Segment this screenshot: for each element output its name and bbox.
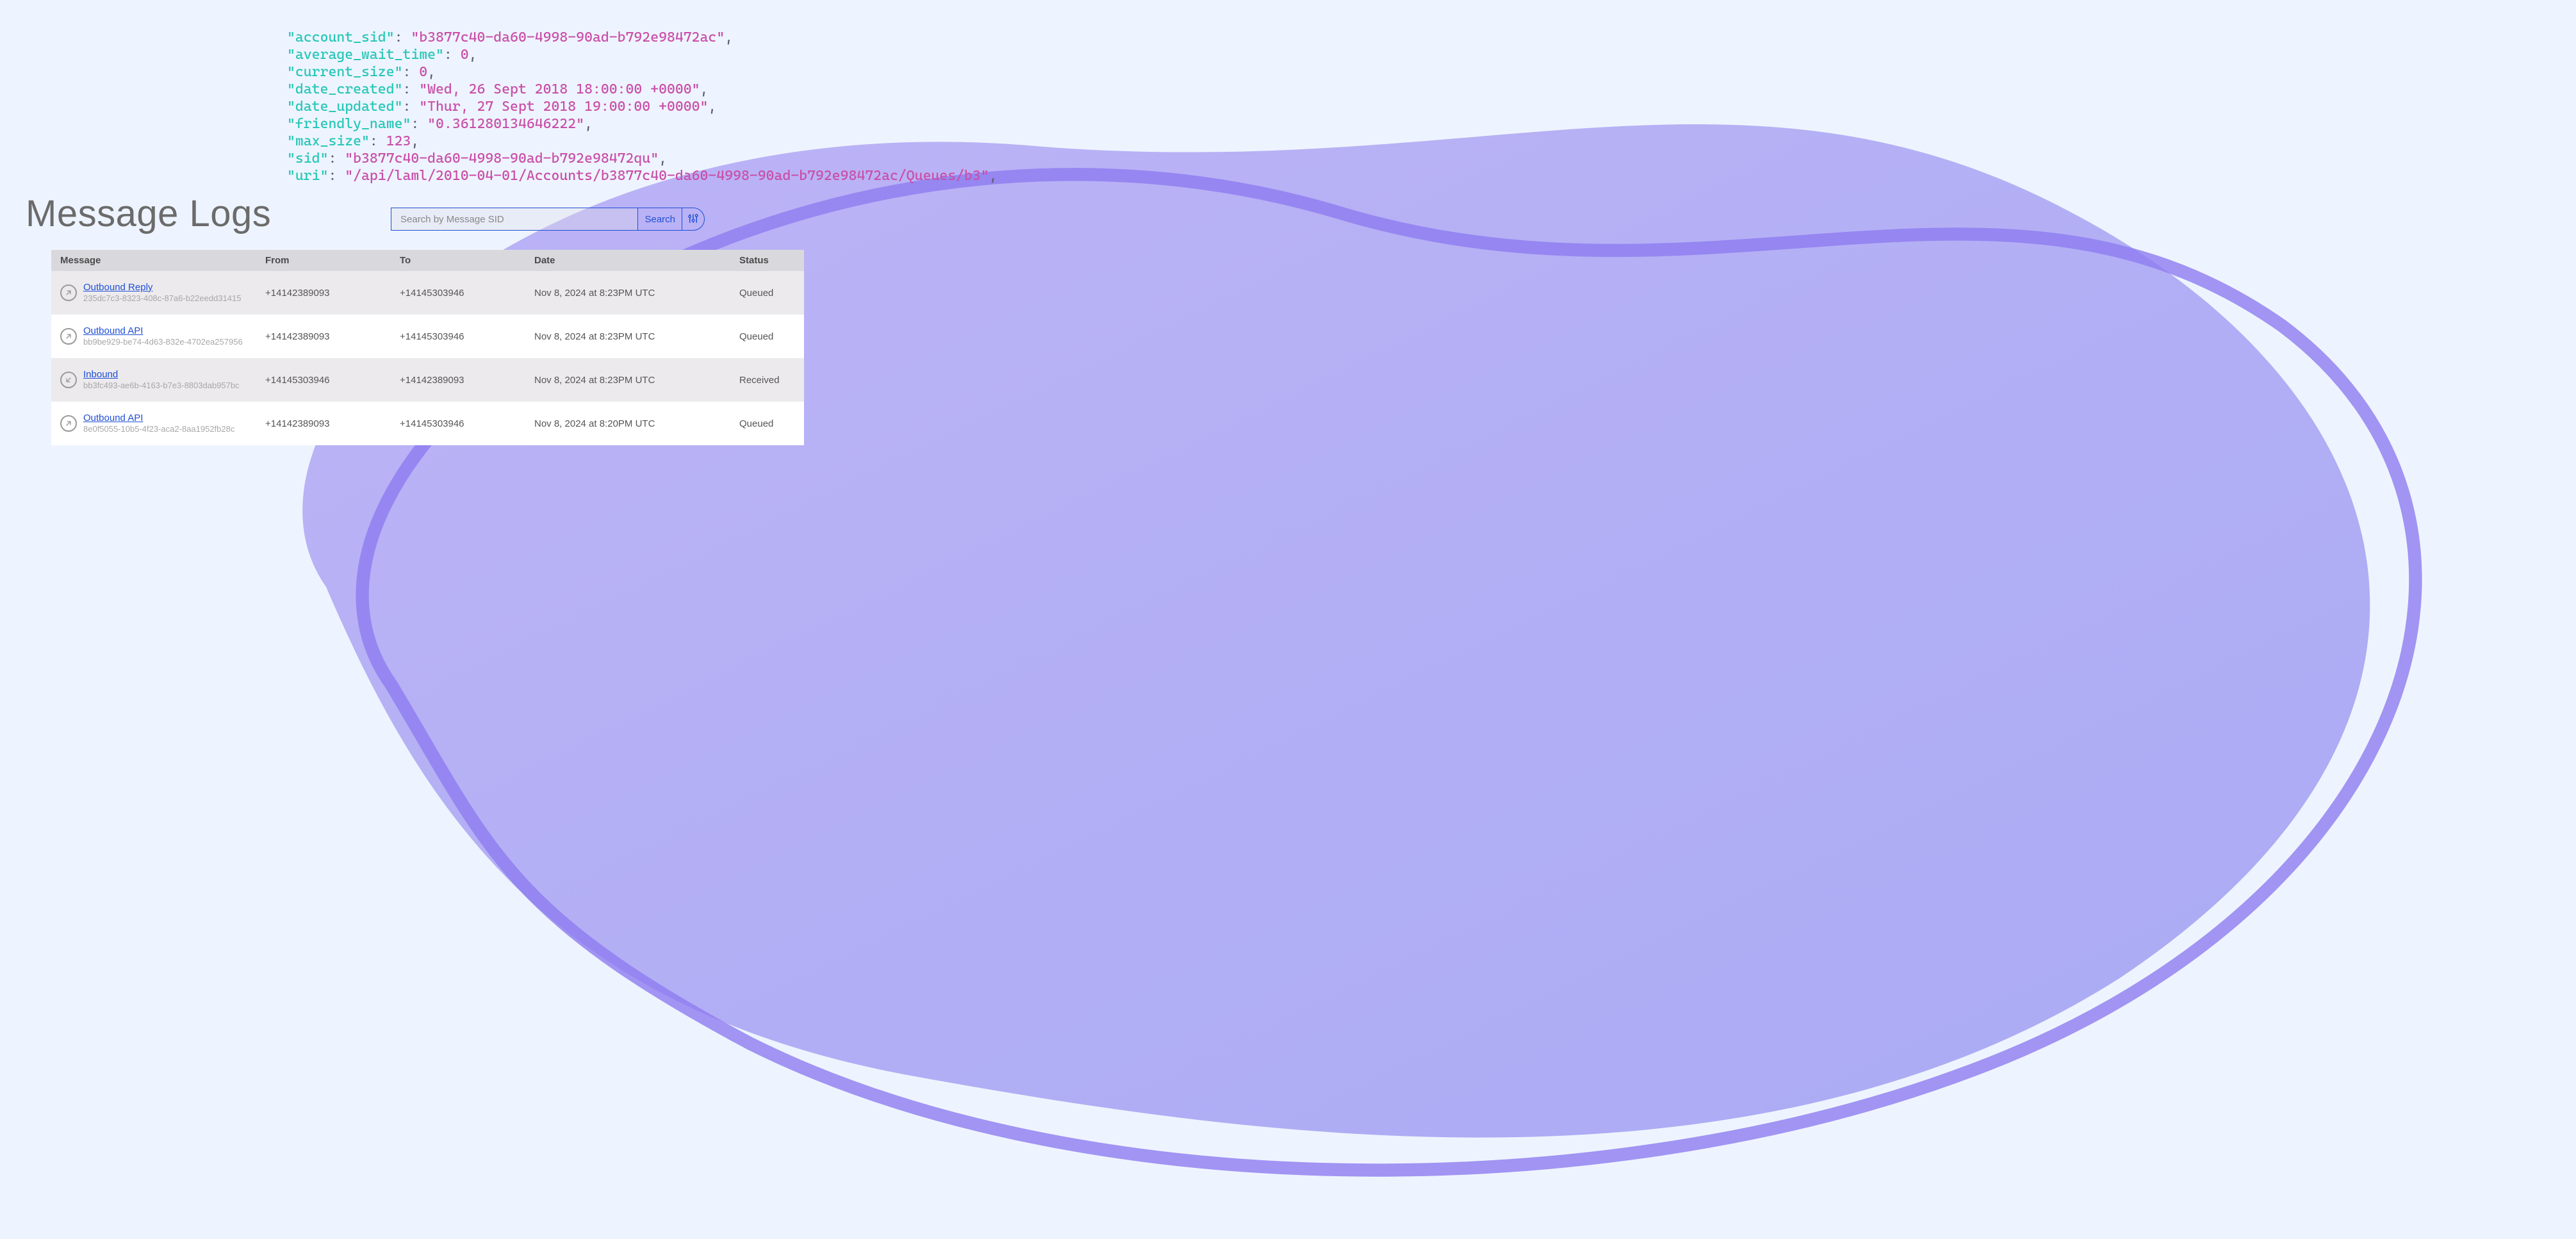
col-header-message[interactable]: Message	[51, 250, 256, 271]
cell-from: +14145303946	[256, 358, 391, 402]
cell-from: +14142389093	[256, 315, 391, 358]
cell-date: Nov 8, 2024 at 8:23PM UTC	[525, 271, 730, 315]
message-sid: 8e0f5055-10b5-4f23-aca2-8aa1952fb28c	[83, 424, 234, 434]
sliders-icon	[687, 213, 699, 226]
table-row[interactable]: Outbound Reply 235dc7c3-8323-408c-87a6-b…	[51, 271, 804, 315]
col-header-status[interactable]: Status	[730, 250, 804, 271]
cell-to: +14145303946	[391, 271, 525, 315]
message-type-link[interactable]: Outbound Reply	[83, 282, 242, 294]
cell-to: +14145303946	[391, 402, 525, 445]
arrow-out-icon	[60, 328, 77, 345]
page-title: Message Logs	[26, 192, 271, 235]
message-sid: bb3fc493-ae6b-4163-b7e3-8803dab957bc	[83, 381, 240, 391]
cell-date: Nov 8, 2024 at 8:20PM UTC	[525, 402, 730, 445]
col-header-from[interactable]: From	[256, 250, 391, 271]
decorative-blobs	[0, 0, 2576, 1239]
cell-status: Queued	[730, 271, 804, 315]
col-header-date[interactable]: Date	[525, 250, 730, 271]
cell-date: Nov 8, 2024 at 8:23PM UTC	[525, 315, 730, 358]
table-row[interactable]: Inbound bb3fc493-ae6b-4163-b7e3-8803dab9…	[51, 358, 804, 402]
search-bar: Search	[391, 208, 705, 231]
table-row[interactable]: Outbound API 8e0f5055-10b5-4f23-aca2-8aa…	[51, 402, 804, 445]
message-logs-table: Message From To Date Status Outbound Rep…	[51, 250, 804, 445]
table-row[interactable]: Outbound API bb9be929-be74-4d63-832e-470…	[51, 315, 804, 358]
cell-status: Queued	[730, 402, 804, 445]
message-type-link[interactable]: Outbound API	[83, 413, 234, 425]
arrow-out-icon	[60, 415, 77, 432]
arrow-in-icon	[60, 372, 77, 388]
cell-from: +14142389093	[256, 271, 391, 315]
message-type-link[interactable]: Inbound	[83, 369, 240, 381]
cell-to: +14145303946	[391, 315, 525, 358]
message-sid: bb9be929-be74-4d63-832e-4702ea257956	[83, 337, 243, 347]
filter-button[interactable]	[682, 208, 704, 230]
message-type-link[interactable]: Outbound API	[83, 325, 243, 338]
cell-status: Received	[730, 358, 804, 402]
arrow-out-icon	[60, 284, 77, 301]
message-sid: 235dc7c3-8323-408c-87a6-b22eedd31415	[83, 293, 242, 304]
col-header-to[interactable]: To	[391, 250, 525, 271]
cell-from: +14142389093	[256, 402, 391, 445]
cell-date: Nov 8, 2024 at 8:23PM UTC	[525, 358, 730, 402]
cell-to: +14142389093	[391, 358, 525, 402]
search-button[interactable]: Search	[638, 208, 682, 230]
cell-status: Queued	[730, 315, 804, 358]
search-input[interactable]	[391, 208, 638, 230]
code-block: "account_sid": "b3877c40-da60-4998-90ad-…	[287, 29, 2576, 185]
